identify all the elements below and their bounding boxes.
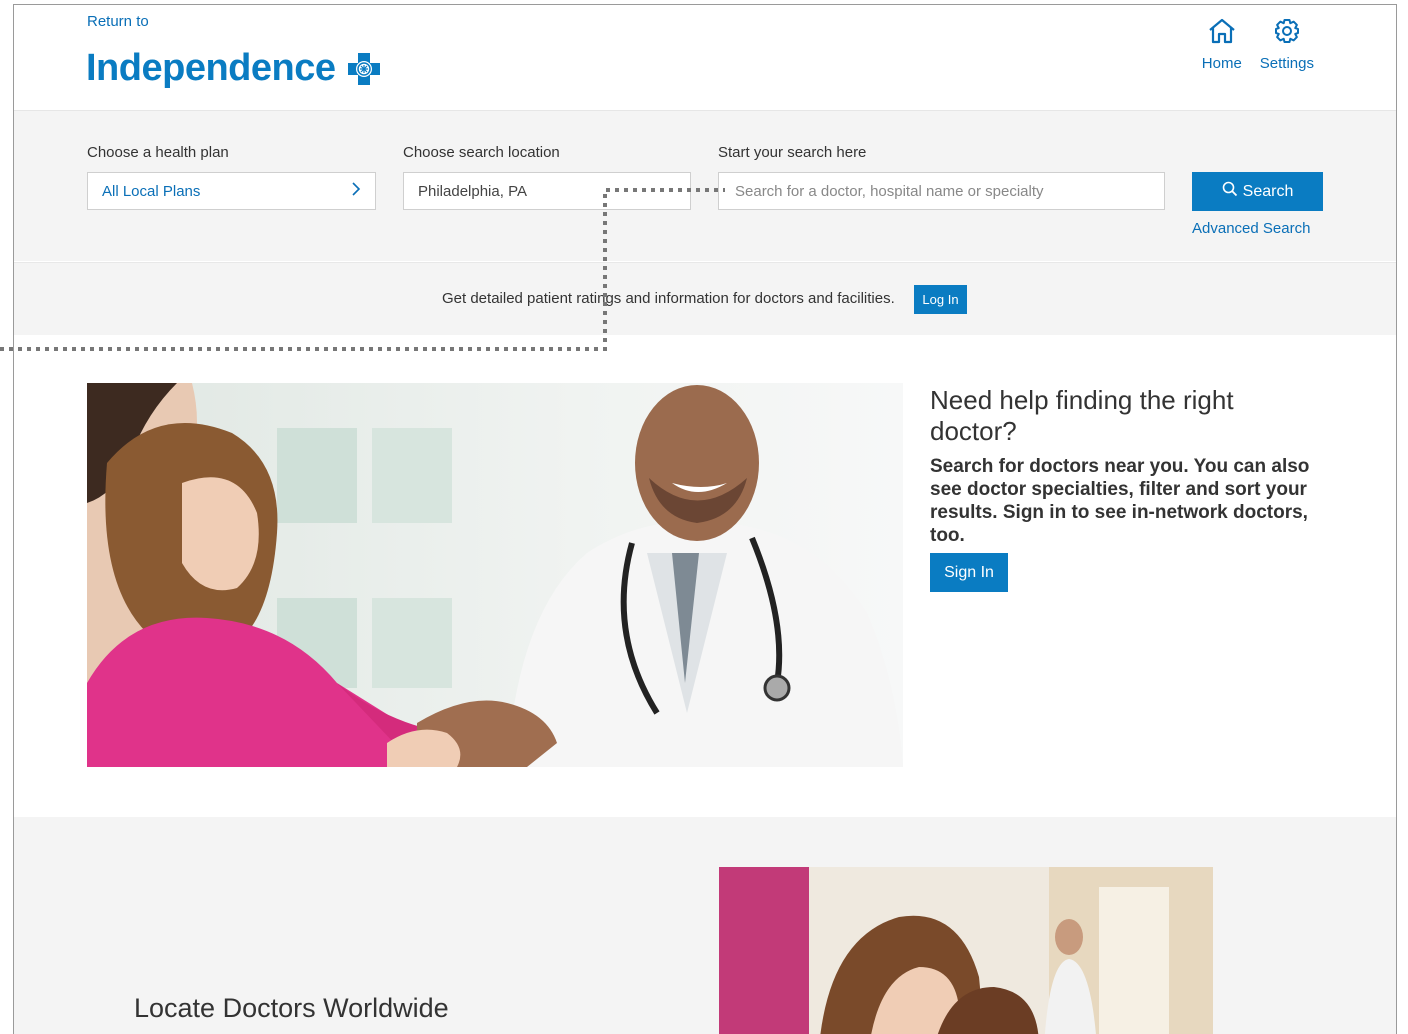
return-to-link[interactable]: Return to <box>87 13 149 30</box>
search-button-label: Search <box>1242 182 1294 200</box>
ratings-banner: Get detailed patient ratings and informa… <box>14 262 1396 335</box>
settings-nav-button[interactable]: Settings <box>1260 17 1314 72</box>
help-heading: Need help finding the right doctor? <box>930 385 1234 446</box>
login-button[interactable]: Log In <box>914 285 967 314</box>
search-panel: Choose a health plan All Local Plans Cho… <box>14 111 1396 261</box>
health-plan-label: Choose a health plan <box>87 144 229 161</box>
search-query-label: Start your search here <box>718 144 867 161</box>
settings-nav-label: Settings <box>1259 55 1314 72</box>
brand-logo[interactable]: Independence <box>86 47 383 90</box>
blue-cross-shield-icon <box>345 50 383 88</box>
worldwide-photo <box>719 867 1213 1034</box>
brand-name: Independence <box>86 47 336 89</box>
worldwide-heading: Locate Doctors Worldwide <box>134 993 449 1023</box>
search-button[interactable]: Search <box>1192 172 1323 211</box>
home-icon <box>1207 17 1237 55</box>
home-nav-label: Home <box>1201 55 1242 72</box>
sign-in-button[interactable]: Sign In <box>930 553 1008 592</box>
health-plan-value: All Local Plans <box>102 182 201 200</box>
doctor-with-child-photo <box>87 383 903 767</box>
gear-icon <box>1272 17 1302 55</box>
chevron-right-icon <box>351 181 361 201</box>
ratings-text: Get detailed patient ratings and informa… <box>442 290 895 307</box>
search-location-label: Choose search location <box>403 144 560 161</box>
search-query-field <box>718 172 1165 210</box>
help-description: Search for doctors near you. You can als… <box>930 456 1310 546</box>
search-location-value: Philadelphia, PA <box>418 182 527 200</box>
advanced-search-link[interactable]: Advanced Search <box>1192 220 1310 237</box>
home-nav-button[interactable]: Home <box>1202 17 1242 72</box>
page-frame: Return to Independence Home Settings Cho… <box>13 4 1397 1034</box>
site-header: Return to Independence Home Settings <box>14 5 1396 111</box>
top-nav: Home Settings <box>1202 17 1314 72</box>
search-query-input[interactable] <box>733 181 1150 201</box>
worldwide-section: Locate Doctors Worldwide <box>14 817 1396 1034</box>
search-location-input[interactable]: Philadelphia, PA <box>403 172 691 210</box>
health-plan-select[interactable]: All Local Plans <box>87 172 376 210</box>
search-icon <box>1222 181 1238 202</box>
